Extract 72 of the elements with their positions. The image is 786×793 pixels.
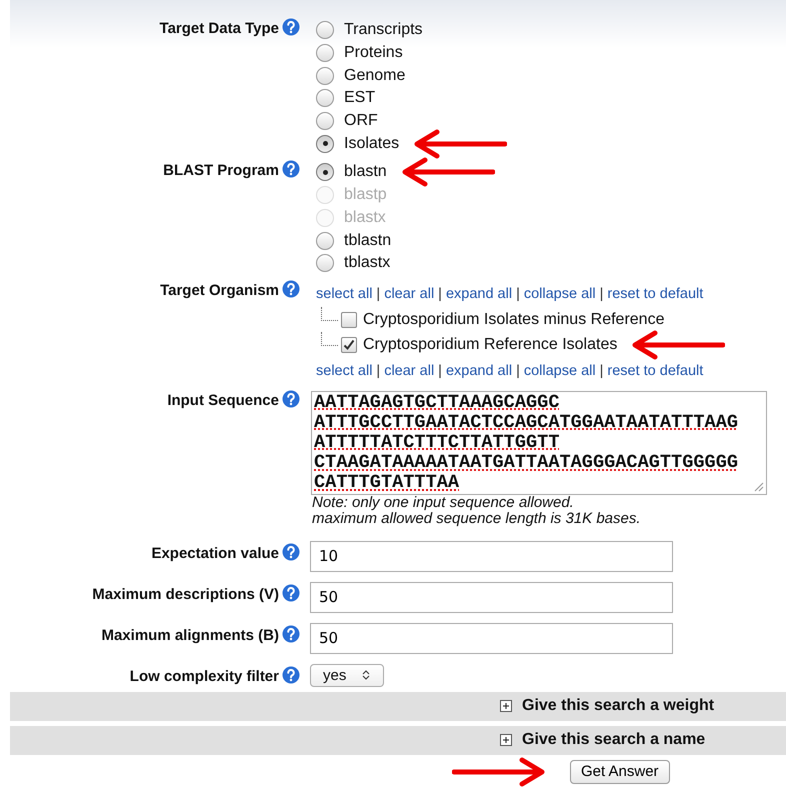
field-label: Input Sequence	[167, 392, 279, 410]
tree-action-link[interactable]: select all	[316, 363, 372, 380]
radio-label: Isolates	[344, 134, 400, 153]
tree-action-link[interactable]: reset to default	[607, 363, 704, 380]
radio-label: blastn	[344, 163, 387, 182]
link-separator: |	[376, 286, 380, 302]
field-label: Target Organism	[160, 282, 279, 300]
up-down-caret-icon	[362, 669, 370, 682]
input-field[interactable]: 10	[310, 540, 673, 572]
get-answer-button[interactable]: Get Answer	[570, 760, 670, 784]
help-icon[interactable]	[282, 542, 300, 561]
checkbox-label: Cryptosporidium Isolates minus Reference	[363, 311, 664, 330]
radio-button[interactable]	[316, 232, 334, 250]
tree-action-link[interactable]: clear all	[384, 286, 434, 302]
radio-button[interactable]	[316, 21, 334, 40]
help-icon[interactable]	[282, 624, 300, 643]
radio-label: Genome	[344, 66, 406, 85]
section-title[interactable]: Give this search a weight	[522, 697, 714, 716]
help-icon[interactable]	[282, 18, 300, 36]
radio-button[interactable]	[316, 44, 334, 62]
help-icon[interactable]	[282, 280, 300, 298]
radio-button[interactable]	[316, 112, 334, 130]
field-label: Low complexity filter	[130, 668, 279, 686]
tree-action-link[interactable]: expand all	[446, 286, 512, 302]
note-text: Note: only one input sequence allowed.	[311, 494, 575, 511]
field-label: Maximum descriptions (V)	[92, 586, 279, 604]
help-icon[interactable]	[282, 584, 300, 602]
radio-label: blastx	[344, 208, 386, 227]
tree-action-link[interactable]: expand all	[446, 363, 512, 380]
radio-label: ORF	[344, 112, 378, 130]
resize-grip-icon[interactable]	[752, 480, 764, 492]
tree-action-link[interactable]: collapse all	[524, 286, 596, 302]
link-separator: |	[516, 363, 520, 380]
tree-action-link[interactable]: reset to default	[607, 286, 704, 302]
link-separator: |	[600, 286, 604, 302]
field-label: BLAST Program	[163, 162, 279, 180]
radio-label: Proteins	[344, 44, 403, 62]
help-icon[interactable]	[282, 666, 300, 684]
radio-button[interactable]	[316, 66, 334, 85]
input-field[interactable]: 50	[310, 622, 673, 654]
radio-label: EST	[344, 89, 376, 108]
plus-icon[interactable]	[500, 700, 512, 712]
section-title[interactable]: Give this search a name	[522, 731, 706, 750]
checkbox-label: Cryptosporidium Reference Isolates	[363, 336, 618, 354]
radio-button[interactable]	[316, 134, 334, 153]
help-icon[interactable]	[282, 160, 300, 178]
field-label: Expectation value	[151, 544, 279, 563]
link-separator: |	[516, 286, 520, 302]
link-separator: |	[438, 286, 442, 302]
tree-action-link[interactable]: clear all	[384, 363, 434, 380]
tree-action-link[interactable]: select all	[316, 286, 372, 302]
radio-label: Transcripts	[344, 21, 423, 40]
sequence-field[interactable]: AATTAGAGTGCTTAAAGCAGGC ATTTGCCTTGAATACTCCAGCATGGAATAATATTTAAG ATTTTTATCTTTCTTATTGGTT CTAAGATAAAAATAATGATTAATAGGGACAGTTGGGGG CATTTGTATTTAA	[311, 390, 767, 495]
checkbox[interactable]	[341, 337, 357, 354]
plus-icon[interactable]	[500, 734, 512, 746]
checkbox[interactable]	[341, 312, 357, 328]
field-label: Target Data Type	[160, 20, 279, 38]
radio-button[interactable]	[316, 89, 334, 108]
field-label: Maximum alignments (B)	[101, 626, 279, 645]
note-text: maximum allowed sequence length is 31K bases.	[311, 510, 642, 527]
radio-label: blastp	[344, 186, 387, 204]
tree-action-link[interactable]: collapse all	[524, 363, 596, 380]
input-field[interactable]: 50	[310, 582, 673, 613]
select-dropdown[interactable]: yes	[310, 664, 384, 687]
radio-button[interactable]	[316, 254, 334, 272]
radio-button[interactable]	[316, 163, 334, 182]
link-separator: |	[376, 363, 380, 380]
radio-label: tblastn	[344, 232, 392, 250]
radio-label: tblastx	[344, 254, 390, 272]
link-separator: |	[438, 363, 442, 380]
link-separator: |	[600, 363, 604, 380]
help-icon[interactable]	[282, 390, 300, 408]
